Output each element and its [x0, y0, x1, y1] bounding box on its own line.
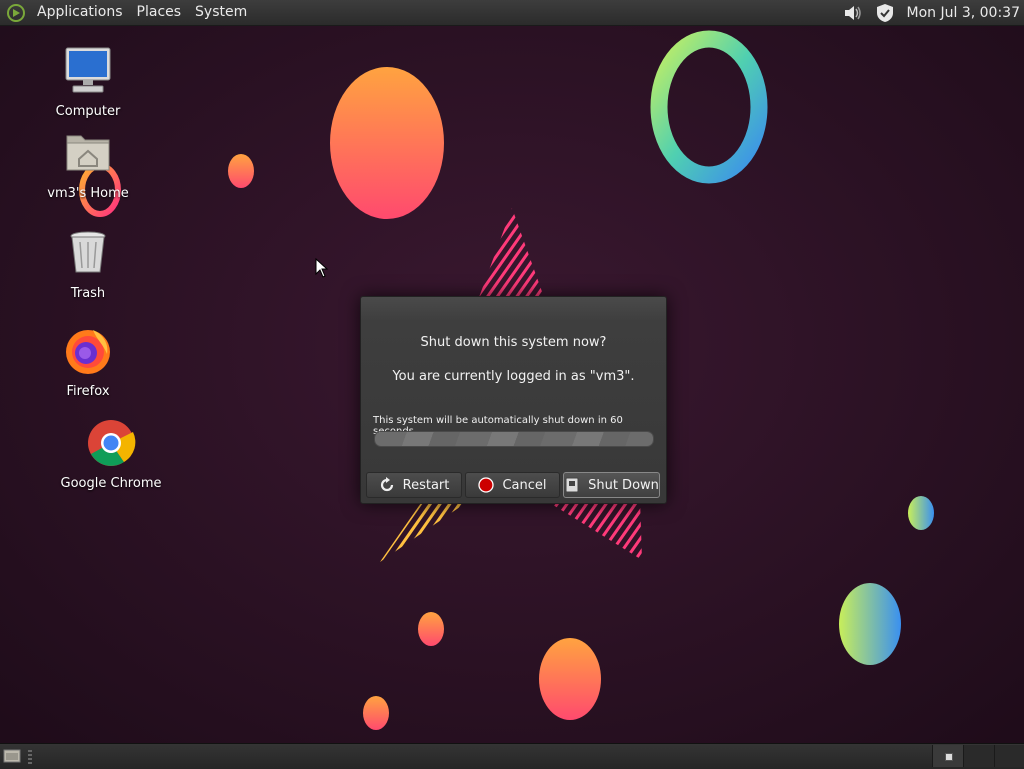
workspace-1[interactable]: [932, 745, 963, 767]
restart-button-label: Restart: [402, 477, 450, 493]
clock[interactable]: Mon Jul 3, 00:37: [901, 5, 1024, 21]
desktop-icon-label: Google Chrome: [60, 476, 162, 491]
volume-icon[interactable]: [842, 2, 864, 24]
home-folder-icon: [66, 135, 110, 171]
desktop-icon-firefox[interactable]: Firefox: [33, 326, 143, 399]
distro-logo-icon[interactable]: [6, 3, 26, 23]
workspace-window-marker: [945, 753, 953, 761]
desktop-icon-computer[interactable]: Computer: [33, 46, 143, 119]
dialog-button-row: Restart Cancel Shut Down: [366, 472, 660, 498]
dialog-title: Shut down this system now?: [420, 335, 607, 350]
shield-icon[interactable]: [874, 2, 896, 24]
shutdown-button-label: Shut Down: [588, 477, 659, 493]
shutdown-icon: [565, 477, 579, 493]
firefox-icon: [66, 330, 110, 374]
trash-icon: [70, 231, 106, 273]
dialog-subtitle: You are currently logged in as "vm3".: [392, 369, 635, 384]
cancel-icon: [478, 477, 495, 493]
panel-drag-handle[interactable]: [28, 750, 32, 764]
desktop-icon-label: Trash: [70, 286, 106, 301]
progress-fill: [375, 432, 653, 446]
mouse-cursor-icon: [315, 258, 329, 278]
shutdown-button[interactable]: Shut Down: [563, 472, 660, 498]
desktop-icon-chrome[interactable]: Google Chrome: [56, 418, 166, 491]
cancel-button[interactable]: Cancel: [465, 472, 560, 498]
bottom-panel: [0, 743, 1024, 769]
restart-button[interactable]: Restart: [366, 472, 462, 498]
menu-system[interactable]: System: [188, 0, 254, 25]
workspace-3[interactable]: [994, 745, 1024, 767]
desktop-icon-label: vm3's Home: [47, 186, 129, 201]
top-panel: Applications Places System Mon Jul 3, 00…: [0, 0, 1024, 26]
restart-icon: [380, 477, 393, 492]
desktop-icon-trash[interactable]: Trash: [33, 228, 143, 301]
menu-applications[interactable]: Applications: [30, 0, 130, 25]
chrome-icon: [88, 420, 136, 466]
panel-tray: Mon Jul 3, 00:37: [837, 0, 1024, 25]
workspace-2[interactable]: [963, 745, 994, 767]
desktop-icon-label: Firefox: [66, 384, 110, 399]
show-desktop-icon[interactable]: [2, 747, 24, 765]
menu-places[interactable]: Places: [130, 0, 189, 25]
shutdown-dialog: Shut down this system now? You are curre…: [360, 296, 667, 504]
desktop-icon-label: Computer: [55, 104, 121, 119]
desktop-icon-home[interactable]: vm3's Home: [33, 128, 143, 201]
countdown-progress-bar: [374, 431, 654, 447]
cancel-button-label: Cancel: [502, 477, 547, 493]
monitor-icon: [65, 47, 111, 93]
